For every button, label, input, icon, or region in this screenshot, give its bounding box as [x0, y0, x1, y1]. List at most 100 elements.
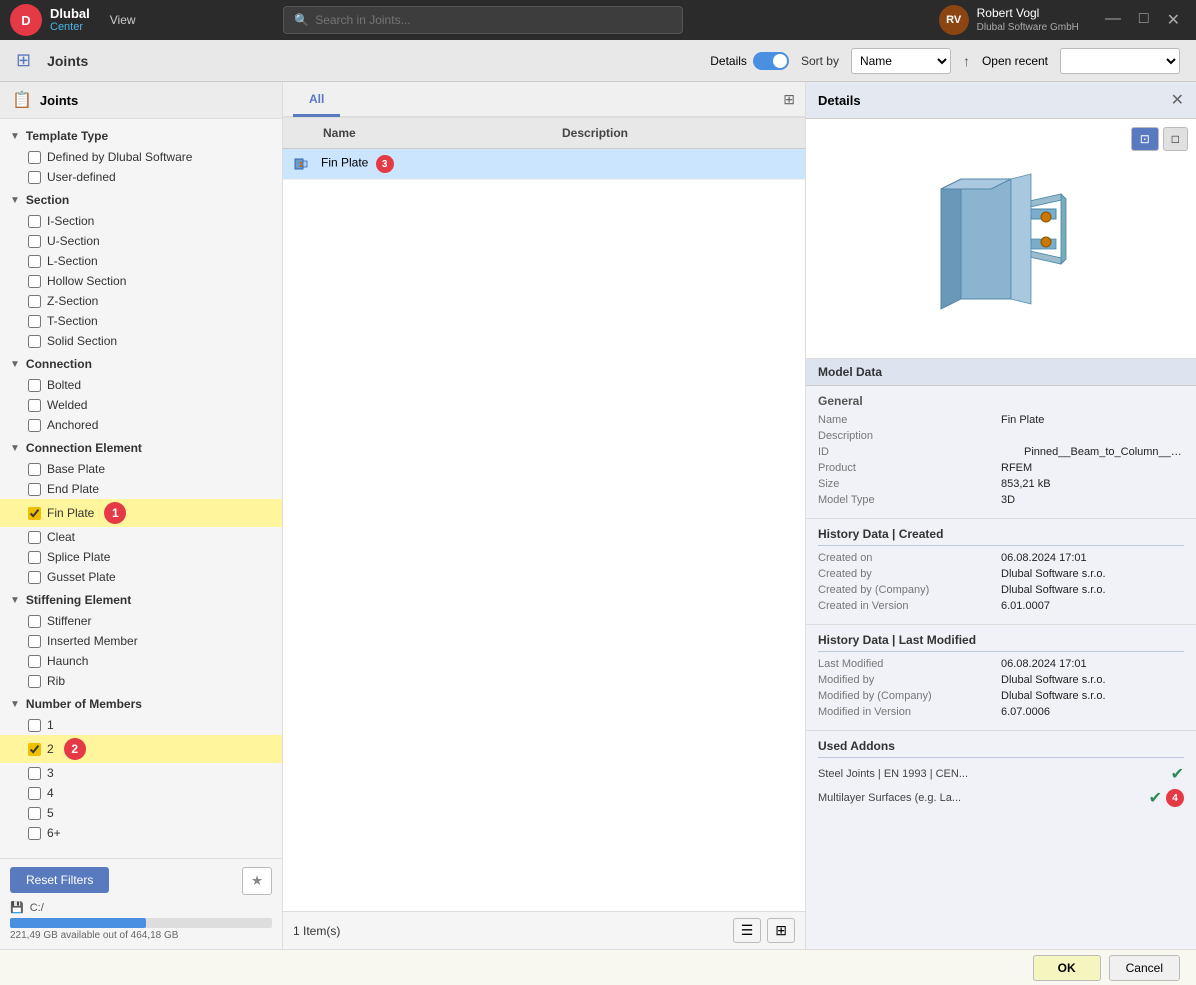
checkbox-t-section[interactable] [28, 315, 41, 328]
checkbox-num-5[interactable] [28, 807, 41, 820]
user-info-section: RV Robert Vogl Dlubal Software GmbH [939, 5, 1079, 35]
checkbox-solid-section[interactable] [28, 335, 41, 348]
column-settings-icon[interactable]: ⊞ [783, 91, 795, 108]
checkbox-stiffener[interactable] [28, 615, 41, 628]
filter-item-num-4[interactable]: 4 [0, 783, 282, 803]
filter-item-u-section[interactable]: U-Section [0, 231, 282, 251]
label-id: ID [818, 446, 1024, 458]
list-item[interactable]: Fin Plate 3 [283, 149, 805, 180]
filter-item-bolted[interactable]: Bolted [0, 375, 282, 395]
reset-filters-button[interactable]: Reset Filters [10, 867, 109, 893]
maximize-icon[interactable]: □ [1133, 8, 1155, 32]
filter-item-num-6plus[interactable]: 6+ [0, 823, 282, 843]
details-toggle[interactable]: Details [710, 52, 789, 70]
filter-group-header-connection-element[interactable]: ▼ Connection Element [0, 437, 282, 459]
filter-item-anchored[interactable]: Anchored [0, 415, 282, 435]
sort-arrow-icon[interactable]: ↑ [963, 53, 970, 69]
filter-item-base-plate[interactable]: Base Plate [0, 459, 282, 479]
checkbox-num-4[interactable] [28, 787, 41, 800]
checkbox-splice-plate[interactable] [28, 551, 41, 564]
filter-item-user-defined[interactable]: User-defined [0, 167, 282, 187]
filter-item-z-section[interactable]: Z-Section [0, 291, 282, 311]
filter-item-end-plate[interactable]: End Plate [0, 479, 282, 499]
preview-3d-button[interactable]: ⊡ [1131, 127, 1159, 151]
checkbox-anchored[interactable] [28, 419, 41, 432]
list-header: Name Description [283, 118, 805, 149]
filter-item-num-5[interactable]: 5 [0, 803, 282, 823]
list-view-button[interactable]: ☰ [733, 918, 762, 943]
preview-2d-button[interactable]: □ [1163, 127, 1188, 151]
checkbox-welded[interactable] [28, 399, 41, 412]
checkbox-bolted[interactable] [28, 379, 41, 392]
filter-item-i-section[interactable]: I-Section [0, 211, 282, 231]
filter-item-haunch[interactable]: Haunch [0, 651, 282, 671]
checkbox-user-defined[interactable] [28, 171, 41, 184]
checkbox-hollow-section[interactable] [28, 275, 41, 288]
checkbox-i-section[interactable] [28, 215, 41, 228]
filter-item-fin-plate[interactable]: Fin Plate 1 [0, 499, 282, 527]
filter-item-t-section[interactable]: T-Section [0, 311, 282, 331]
checkbox-rib[interactable] [28, 675, 41, 688]
filter-group-stiffening-element: ▼ Stiffening Element Stiffener Inserted … [0, 589, 282, 691]
filter-item-stiffener[interactable]: Stiffener [0, 611, 282, 631]
tab-all[interactable]: All [293, 84, 340, 117]
storage-bar-bg [10, 918, 272, 928]
filter-group-header-connection[interactable]: ▼ Connection [0, 353, 282, 375]
label-end-plate: End Plate [47, 482, 99, 496]
sidebar-header: 📋 Joints [0, 82, 282, 119]
filter-group-connection: ▼ Connection Bolted Welded Anchored [0, 353, 282, 435]
checkbox-end-plate[interactable] [28, 483, 41, 496]
filter-group-header-stiffening-element[interactable]: ▼ Stiffening Element [0, 589, 282, 611]
filter-item-gusset-plate[interactable]: Gusset Plate [0, 567, 282, 587]
checkbox-base-plate[interactable] [28, 463, 41, 476]
filter-item-l-section[interactable]: L-Section [0, 251, 282, 271]
ok-button[interactable]: OK [1033, 955, 1101, 981]
filter-group-header-template-type[interactable]: ▼ Template Type [0, 125, 282, 147]
search-input[interactable] [315, 13, 672, 27]
filter-item-splice-plate[interactable]: Splice Plate [0, 547, 282, 567]
filter-item-num-2[interactable]: 2 2 [0, 735, 282, 763]
minimize-icon[interactable]: — [1099, 8, 1127, 32]
filter-item-inserted-member[interactable]: Inserted Member [0, 631, 282, 651]
window-controls[interactable]: — □ ✕ [1099, 8, 1186, 32]
grid-view-button[interactable]: ⊞ [767, 918, 795, 943]
label-rib: Rib [47, 674, 65, 688]
filter-item-defined-by-dlubal[interactable]: Defined by Dlubal Software [0, 147, 282, 167]
filter-item-cleat[interactable]: Cleat [0, 527, 282, 547]
view-menu[interactable]: View [110, 13, 136, 27]
checkbox-inserted-member[interactable] [28, 635, 41, 648]
details-toggle-switch[interactable] [753, 52, 789, 70]
checkbox-num-3[interactable] [28, 767, 41, 780]
filter-item-num-3[interactable]: 3 [0, 763, 282, 783]
filter-item-solid-section[interactable]: Solid Section [0, 331, 282, 351]
checkbox-cleat[interactable] [28, 531, 41, 544]
cancel-button[interactable]: Cancel [1109, 955, 1180, 981]
favorite-button[interactable]: ★ [242, 867, 272, 895]
label-t-section: T-Section [47, 314, 98, 328]
checkbox-u-section[interactable] [28, 235, 41, 248]
label-modified-by: Modified by [818, 674, 1001, 686]
filter-item-welded[interactable]: Welded [0, 395, 282, 415]
checkbox-num-6plus[interactable] [28, 827, 41, 840]
checkbox-fin-plate[interactable] [28, 507, 41, 520]
sort-by-select[interactable]: Name Date Size [851, 48, 951, 74]
detail-row-size: Size 853,21 kB [818, 478, 1184, 490]
checkbox-z-section[interactable] [28, 295, 41, 308]
search-bar[interactable]: 🔍 [283, 6, 683, 34]
close-icon[interactable]: ✕ [1171, 90, 1184, 110]
close-icon[interactable]: ✕ [1161, 8, 1186, 32]
filter-item-rib[interactable]: Rib [0, 671, 282, 691]
checkbox-defined-by-dlubal[interactable] [28, 151, 41, 164]
filter-item-hollow-section[interactable]: Hollow Section [0, 271, 282, 291]
filter-group-header-number-of-members[interactable]: ▼ Number of Members [0, 693, 282, 715]
checkbox-haunch[interactable] [28, 655, 41, 668]
checkbox-num-2[interactable] [28, 743, 41, 756]
open-recent-select[interactable] [1060, 48, 1180, 74]
checkbox-l-section[interactable] [28, 255, 41, 268]
label-num-3: 3 [47, 766, 54, 780]
filter-group-header-section[interactable]: ▼ Section [0, 189, 282, 211]
filter-item-num-1[interactable]: 1 [0, 715, 282, 735]
checkbox-gusset-plate[interactable] [28, 571, 41, 584]
detail-row-last-modified: Last Modified 06.08.2024 17:01 [818, 658, 1184, 670]
checkbox-num-1[interactable] [28, 719, 41, 732]
